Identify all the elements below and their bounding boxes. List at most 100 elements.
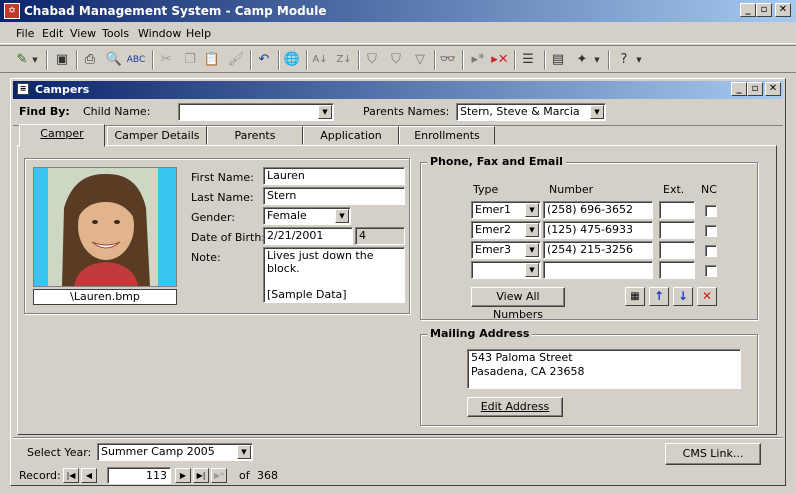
chevron-down-icon[interactable]: ▼ bbox=[335, 209, 349, 223]
phone-number-field[interactable]: (258) 696-3652 bbox=[543, 201, 653, 219]
nc-checkbox[interactable] bbox=[705, 245, 717, 257]
form-title-bar[interactable]: ≡ Campers _ ▫ ✕ bbox=[13, 81, 783, 99]
undo-icon[interactable]: ↶ bbox=[254, 50, 274, 70]
format-painter-icon[interactable]: 🖌 bbox=[226, 50, 246, 70]
gender-label: Gender: bbox=[191, 211, 236, 224]
previous-record-icon[interactable]: ◀ bbox=[81, 468, 97, 483]
chevron-down-icon[interactable]: ▼ bbox=[525, 263, 539, 277]
phone-group-title: Phone, Fax and Email bbox=[427, 155, 566, 168]
nc-checkbox[interactable] bbox=[705, 205, 717, 217]
mailing-address-group: Mailing Address 543 Paloma Street Pasade… bbox=[420, 327, 758, 426]
phone-ext-field[interactable] bbox=[659, 221, 695, 239]
new-object-dropdown-icon[interactable]: ▼ bbox=[592, 50, 602, 70]
phone-type-combo[interactable]: ▼ bbox=[471, 261, 541, 279]
phone-number-field[interactable]: (254) 215-3256 bbox=[543, 241, 653, 259]
form-minimize-icon[interactable]: _ bbox=[731, 82, 747, 96]
help-icon[interactable]: ? bbox=[614, 50, 634, 70]
child-name-combo[interactable]: ▼ bbox=[178, 103, 334, 121]
edit-address-button[interactable]: Edit Address bbox=[467, 397, 563, 417]
move-up-arrow-icon[interactable]: ↑ bbox=[649, 287, 669, 306]
select-year-combo[interactable]: Summer Camp 2005 ▼ bbox=[97, 443, 253, 461]
next-record-icon[interactable]: ▶ bbox=[175, 468, 191, 483]
save-icon[interactable]: ▣ bbox=[52, 50, 72, 70]
find-binoculars-icon[interactable]: 👓 bbox=[438, 50, 458, 70]
last-name-field[interactable]: Stern bbox=[263, 187, 405, 205]
grid-icon[interactable]: ▦ bbox=[625, 287, 645, 306]
phone-type-combo[interactable]: Emer1 ▼ bbox=[471, 201, 541, 219]
menu-edit[interactable]: Edit bbox=[42, 27, 63, 40]
mailing-address-field[interactable]: 543 Paloma Street Pasadena, CA 23658 bbox=[467, 349, 741, 389]
phone-type-combo[interactable]: Emer3 ▼ bbox=[471, 241, 541, 259]
delete-row-icon[interactable]: ✕ bbox=[697, 287, 717, 306]
form-restore-icon[interactable]: ▫ bbox=[747, 82, 763, 96]
note-label: Note: bbox=[191, 251, 221, 264]
sort-descending-icon[interactable]: Z↓ bbox=[334, 50, 354, 70]
phone-type-combo[interactable]: Emer2 ▼ bbox=[471, 221, 541, 239]
menu-tools[interactable]: Tools bbox=[102, 27, 129, 40]
tab-parents[interactable]: Parents bbox=[207, 126, 303, 145]
menu-window[interactable]: Window bbox=[138, 27, 181, 40]
last-name-label: Last Name: bbox=[191, 191, 254, 204]
record-of-label: of bbox=[239, 469, 250, 482]
apply-filter-icon[interactable]: ▽ bbox=[410, 50, 430, 70]
hyperlink-icon[interactable]: 🌐 bbox=[282, 50, 302, 70]
cms-link-button[interactable]: CMS Link... bbox=[665, 443, 761, 465]
help-dropdown-icon[interactable]: ▼ bbox=[634, 50, 644, 70]
database-window-icon[interactable]: ▤ bbox=[548, 50, 568, 70]
dob-field[interactable]: 2/21/2001 bbox=[263, 227, 353, 245]
phone-number-field[interactable] bbox=[543, 261, 653, 279]
minimize-icon[interactable]: _ bbox=[740, 3, 756, 17]
campers-form-window: ≡ Campers _ ▫ ✕ Find By: Child Name: ▼ P… bbox=[10, 78, 786, 486]
view-dropdown-icon[interactable]: ▼ bbox=[30, 50, 40, 70]
new-record-icon[interactable]: ▸* bbox=[468, 50, 488, 70]
tab-camper[interactable]: Camper bbox=[19, 124, 105, 147]
new-object-icon[interactable]: ✦ bbox=[572, 50, 592, 70]
properties-icon[interactable]: ☰ bbox=[518, 50, 538, 70]
paste-icon[interactable]: 📋 bbox=[202, 50, 222, 70]
parents-names-combo[interactable]: Stern, Steve & Marcia ▼ bbox=[456, 103, 606, 121]
spelling-icon[interactable]: ABC bbox=[126, 50, 146, 70]
phone-group: Phone, Fax and Email Type Number Ext. NC… bbox=[420, 155, 758, 321]
tab-camper-details[interactable]: Camper Details bbox=[107, 126, 207, 145]
close-icon[interactable]: ✕ bbox=[775, 3, 791, 17]
gender-combo[interactable]: Female ▼ bbox=[263, 207, 351, 225]
view-all-numbers-button[interactable]: View All Numbers bbox=[471, 287, 565, 321]
chevron-down-icon[interactable]: ▼ bbox=[525, 203, 539, 217]
camper-tab-panel: \Lauren.bmp First Name: Lauren Last Name… bbox=[17, 145, 777, 435]
tab-enrollments[interactable]: Enrollments bbox=[399, 126, 495, 145]
nc-checkbox[interactable] bbox=[705, 225, 717, 237]
chevron-down-icon[interactable]: ▼ bbox=[525, 243, 539, 257]
new-record-nav-icon[interactable]: ▶* bbox=[211, 468, 227, 483]
filter-by-selection-icon[interactable]: ⛉ bbox=[362, 50, 382, 70]
chevron-down-icon[interactable]: ▼ bbox=[525, 223, 539, 237]
tab-application[interactable]: Application bbox=[303, 126, 399, 145]
last-record-icon[interactable]: ▶| bbox=[193, 468, 209, 483]
record-number-field[interactable]: 113 bbox=[107, 467, 171, 484]
sort-ascending-icon[interactable]: A↓ bbox=[310, 50, 330, 70]
first-name-field[interactable]: Lauren bbox=[263, 167, 405, 185]
nc-checkbox[interactable] bbox=[705, 265, 717, 277]
app-title-bar[interactable]: ✡ Chabad Management System - Camp Module… bbox=[0, 0, 796, 22]
phone-ext-field[interactable] bbox=[659, 201, 695, 219]
note-textarea[interactable]: Lives just down the block. [Sample Data] bbox=[263, 247, 405, 303]
copy-icon[interactable]: ❐ bbox=[180, 50, 200, 70]
chevron-down-icon[interactable]: ▼ bbox=[237, 445, 251, 459]
form-close-icon[interactable]: ✕ bbox=[765, 82, 781, 96]
menu-file[interactable]: File bbox=[16, 27, 34, 40]
phone-ext-field[interactable] bbox=[659, 241, 695, 259]
print-icon[interactable]: ⎙ bbox=[80, 50, 100, 70]
chevron-down-icon[interactable]: ▼ bbox=[590, 105, 604, 119]
chevron-down-icon[interactable]: ▼ bbox=[318, 105, 332, 119]
move-down-arrow-icon[interactable]: ↓ bbox=[673, 287, 693, 306]
phone-number-field[interactable]: (125) 475-6933 bbox=[543, 221, 653, 239]
phone-ext-field[interactable] bbox=[659, 261, 695, 279]
menu-view[interactable]: View bbox=[70, 27, 96, 40]
delete-record-icon[interactable]: ▸✕ bbox=[490, 50, 510, 70]
cut-icon[interactable]: ✂ bbox=[156, 50, 176, 70]
filter-by-form-icon[interactable]: ⛉ bbox=[386, 50, 406, 70]
restore-icon[interactable]: ▫ bbox=[756, 3, 772, 17]
design-view-icon[interactable]: ✎ bbox=[12, 50, 32, 70]
first-record-icon[interactable]: |◀ bbox=[63, 468, 79, 483]
menu-help[interactable]: Help bbox=[186, 27, 211, 40]
print-preview-icon[interactable]: 🔍 bbox=[104, 50, 124, 70]
